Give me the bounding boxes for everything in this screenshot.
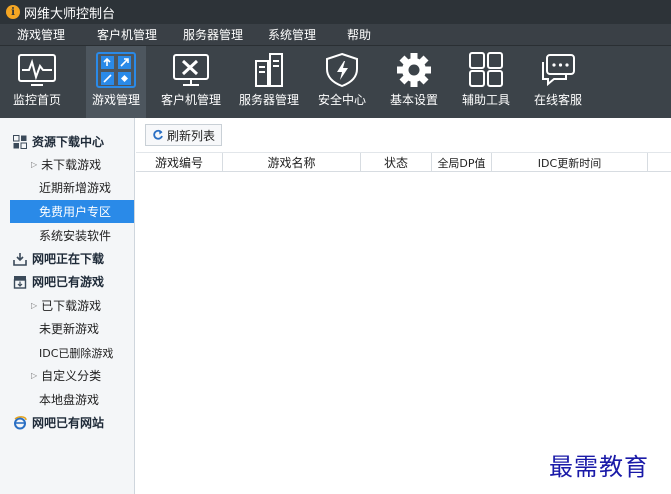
main-toolbar: 监控首页 游戏管理 客户机管理 服务器管理 安全中心 基本设置 辅助工具 在线客… [0, 46, 671, 118]
sidebar: 资源下载中心 ▷ 未下载游戏 近期新增游戏 免费用户专区 系统安装软件 网吧正在… [0, 118, 135, 494]
sidebar-section-download-center[interactable]: 资源下载中心 [0, 130, 134, 153]
expand-arrow-icon[interactable]: ▷ [31, 160, 37, 169]
sidebar-item-free-zone[interactable]: 免费用户专区 [10, 200, 134, 223]
column-header-game-name[interactable]: 游戏名称 [223, 153, 361, 172]
expand-arrow-icon[interactable]: ▷ [31, 301, 37, 310]
game-table-header: 游戏编号 游戏名称 状态 全局DP值 IDC更新时间 [136, 152, 671, 172]
tool-label: 辅助工具 [461, 93, 510, 107]
sidebar-item-not-updated[interactable]: 未更新游戏 [0, 317, 134, 340]
sidebar-section-label: 网吧已有游戏 [32, 275, 105, 289]
sidebar-item-label: IDC已删除游戏 [39, 346, 114, 360]
sidebar-item-label: 未更新游戏 [39, 322, 100, 336]
sidebar-section-label: 网吧正在下载 [32, 252, 105, 266]
content-toolbar: 刷新列表 [136, 118, 671, 152]
watermark: 最需教育 [549, 453, 649, 481]
chat-icon [542, 54, 575, 87]
menu-game[interactable]: 游戏管理 [17, 26, 65, 43]
tool-label: 基本设置 [389, 93, 438, 107]
column-header-idc-update-time[interactable]: IDC更新时间 [492, 153, 648, 172]
tool-label: 客户机管理 [160, 93, 221, 107]
tool-label: 在线客服 [533, 93, 582, 107]
menu-client[interactable]: 客户机管理 [97, 26, 157, 43]
grid-icon [469, 52, 503, 87]
menu-server[interactable]: 服务器管理 [183, 26, 243, 43]
info-circle-icon: i [6, 5, 20, 19]
sidebar-item-label: 未下载游戏 [41, 158, 102, 172]
shield-icon [326, 52, 358, 88]
column-header-status[interactable]: 状态 [361, 153, 432, 172]
ie-browser-icon [13, 415, 27, 430]
server-icon [255, 53, 283, 87]
game-table-body[interactable] [136, 172, 671, 494]
tool-label: 安全中心 [317, 93, 366, 107]
tool-server[interactable]: 服务器管理 [236, 46, 302, 118]
archive-box-icon [13, 275, 27, 289]
monitor-pulse-icon [18, 54, 56, 86]
tool-monitor[interactable]: 监控首页 [6, 46, 68, 118]
download-tray-icon [13, 252, 27, 266]
tool-game[interactable]: 游戏管理 [86, 46, 146, 118]
sidebar-item-not-downloaded[interactable]: ▷ 未下载游戏 [0, 153, 134, 176]
sidebar-item-system-software[interactable]: 系统安装软件 [0, 224, 134, 247]
download-center-icon [13, 134, 27, 149]
game-grid-icon [96, 52, 136, 88]
tool-client[interactable]: 客户机管理 [158, 46, 224, 118]
sidebar-item-idc-deleted[interactable]: IDC已删除游戏 [0, 341, 134, 364]
expand-arrow-icon[interactable]: ▷ [31, 371, 37, 380]
refresh-list-button[interactable]: 刷新列表 [145, 124, 223, 146]
sidebar-item-label: 系统安装软件 [39, 229, 112, 243]
sidebar-item-local-disk[interactable]: 本地盘游戏 [0, 388, 134, 411]
menu-help[interactable]: 帮助 [347, 26, 371, 43]
tool-label: 游戏管理 [91, 93, 140, 107]
tool-label: 监控首页 [12, 93, 61, 107]
tool-support[interactable]: 在线客服 [529, 46, 587, 118]
column-header-game-id[interactable]: 游戏编号 [136, 153, 223, 172]
menu-system[interactable]: 系统管理 [268, 26, 316, 43]
sidebar-section-existing-games[interactable]: 网吧已有游戏 [0, 270, 134, 293]
sidebar-item-label: 自定义分类 [41, 369, 102, 383]
tool-settings[interactable]: 基本设置 [385, 46, 443, 118]
sidebar-item-label: 本地盘游戏 [39, 393, 100, 407]
column-header-dp-value[interactable]: 全局DP值 [432, 153, 492, 172]
refresh-icon [153, 129, 163, 140]
gear-icon [397, 53, 431, 87]
sidebar-item-recent-games[interactable]: 近期新增游戏 [0, 176, 134, 199]
sidebar-section-websites[interactable]: 网吧已有网站 [0, 411, 134, 434]
tool-security[interactable]: 安全中心 [313, 46, 371, 118]
sidebar-item-downloaded[interactable]: ▷ 已下载游戏 [0, 294, 134, 317]
sidebar-item-label: 近期新增游戏 [39, 181, 112, 195]
window-title: 网维大师控制台 [24, 6, 116, 22]
sidebar-item-label: 免费用户专区 [39, 205, 112, 219]
tool-utilities[interactable]: 辅助工具 [457, 46, 515, 118]
client-tools-icon [173, 54, 209, 86]
sidebar-section-downloading[interactable]: 网吧正在下载 [0, 247, 134, 270]
sidebar-item-label: 已下载游戏 [41, 299, 102, 313]
menu-bar: 游戏管理 客户机管理 服务器管理 系统管理 帮助 [0, 24, 671, 46]
sidebar-section-label: 资源下载中心 [32, 135, 105, 149]
tool-label: 服务器管理 [238, 93, 299, 107]
sidebar-section-label: 网吧已有网站 [32, 416, 105, 430]
refresh-list-label: 刷新列表 [167, 128, 216, 143]
title-bar: i 网维大师控制台 [0, 0, 671, 24]
sidebar-item-custom-category[interactable]: ▷ 自定义分类 [0, 364, 134, 387]
